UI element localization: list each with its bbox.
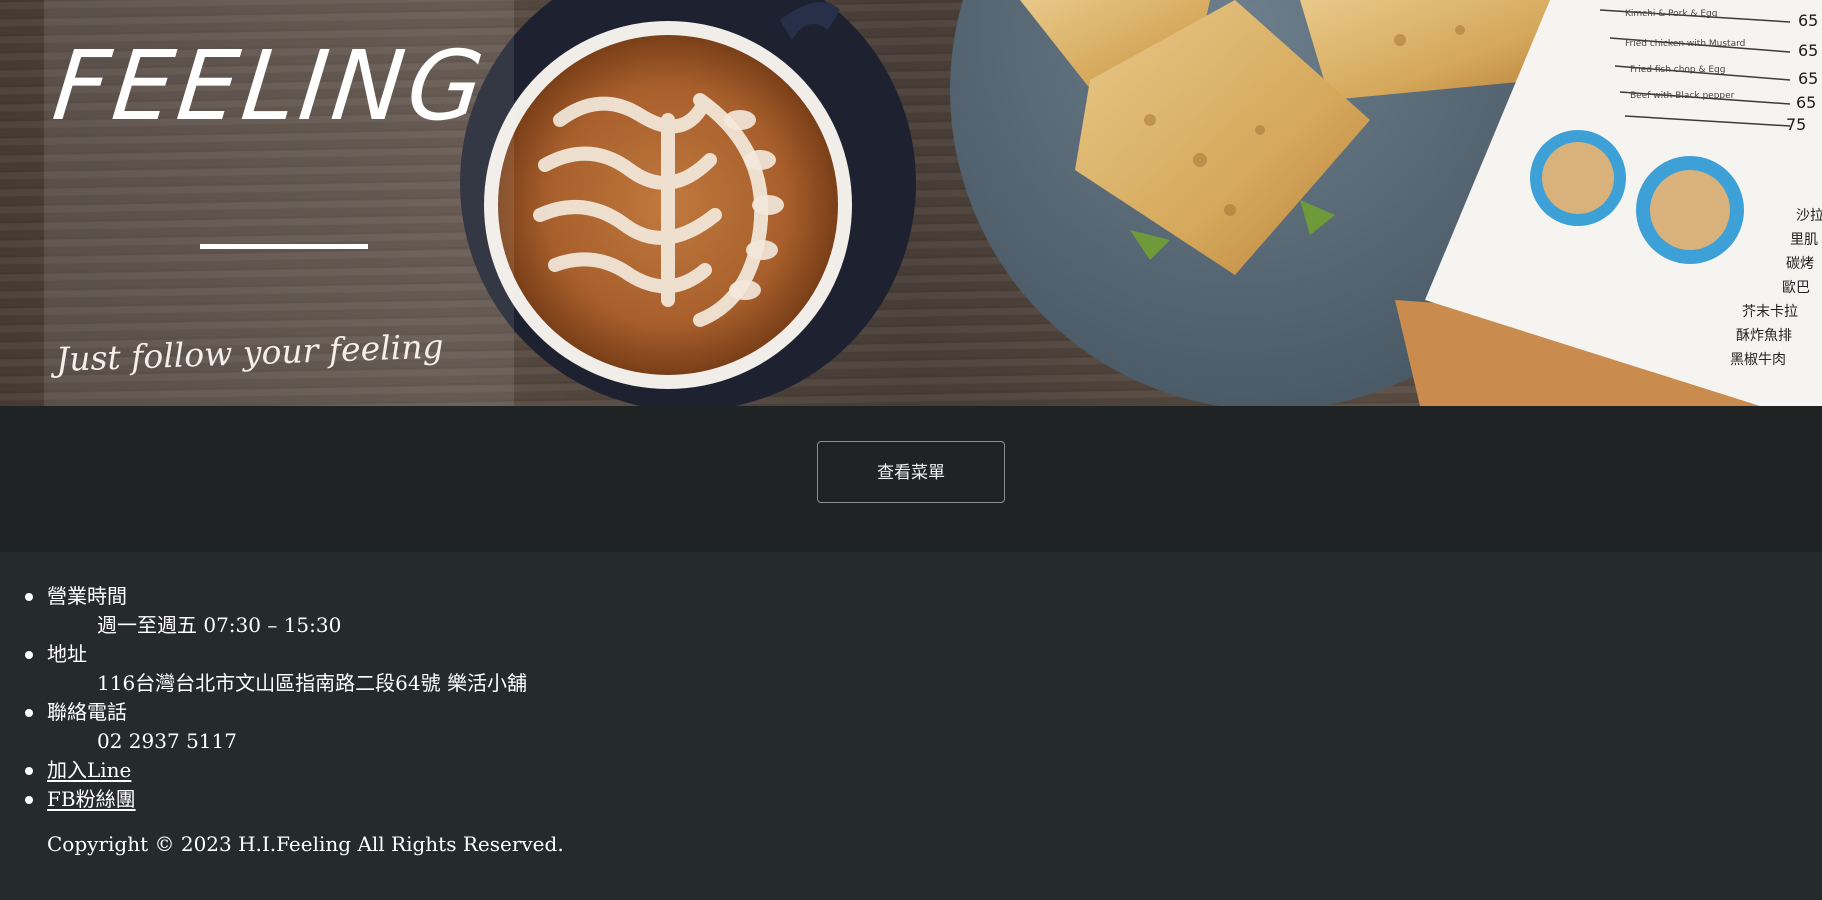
copyright-notice: Copyright © 2023 H.I.Feeling All Rights … bbox=[47, 832, 564, 856]
menu-price: 65 bbox=[1798, 11, 1818, 30]
footer-info-list: 營業時間 週一至週五 07:30 – 15:30 地址 116台灣台北市文山區指… bbox=[0, 582, 527, 814]
menu-price: 65 bbox=[1798, 69, 1818, 88]
menu-price: 65 bbox=[1796, 93, 1816, 112]
footer-item-line: 加入Line bbox=[0, 756, 527, 785]
coffee-cup-illustration bbox=[460, 0, 916, 406]
footer-item-address: 地址 116台灣台北市文山區指南路二段64號 樂活小舖 bbox=[0, 640, 527, 698]
menu-item-name: 酥炸魚排 bbox=[1736, 328, 1792, 344]
footer: 營業時間 週一至週五 07:30 – 15:30 地址 116台灣台北市文山區指… bbox=[0, 552, 1822, 900]
facebook-fanpage-link[interactable]: FB粉絲團 bbox=[47, 787, 136, 811]
menu-item-name: 里肌 bbox=[1790, 232, 1818, 248]
hero-divider bbox=[200, 244, 368, 249]
footer-item-phone: 聯絡電話 02 2937 5117 bbox=[0, 698, 527, 756]
menu-price: 65 bbox=[1798, 41, 1818, 60]
address-value: 116台灣台北市文山區指南路二段64號 樂活小舖 bbox=[97, 671, 527, 695]
footer-item-facebook: FB粉絲團 bbox=[0, 785, 527, 814]
phone-value: 02 2937 5117 bbox=[97, 729, 237, 753]
hero-title: FEELING bbox=[48, 30, 493, 142]
hours-value: 週一至週五 07:30 – 15:30 bbox=[97, 613, 342, 637]
view-menu-button[interactable]: 查看菜單 bbox=[817, 441, 1005, 503]
menu-item-name: 黑椒牛肉 bbox=[1730, 352, 1786, 368]
hero-banner: 65 65 65 65 75 Kimchi & Pork & Egg Fried… bbox=[0, 0, 1822, 406]
line-join-link[interactable]: 加入Line bbox=[47, 758, 131, 782]
menu-price: 75 bbox=[1786, 115, 1806, 134]
menu-item-note: Fried chicken with Mustard bbox=[1625, 39, 1745, 49]
footer-item-hours: 營業時間 週一至週五 07:30 – 15:30 bbox=[0, 582, 527, 640]
address-label: 地址 bbox=[47, 642, 87, 666]
menu-item-note: Beef with Black pepper bbox=[1630, 91, 1735, 101]
hours-label: 營業時間 bbox=[47, 584, 127, 608]
phone-label: 聯絡電話 bbox=[47, 700, 127, 724]
menu-item-name: 歐巴 bbox=[1782, 280, 1810, 296]
menu-item-note: Fried fish chop & Egg bbox=[1630, 65, 1725, 75]
menu-item-name: 芥末卡拉 bbox=[1742, 304, 1798, 320]
menu-item-note: Kimchi & Pork & Egg bbox=[1625, 9, 1717, 19]
menu-item-name: 沙拉 bbox=[1796, 208, 1822, 224]
menu-item-name: 碳烤 bbox=[1786, 256, 1814, 272]
